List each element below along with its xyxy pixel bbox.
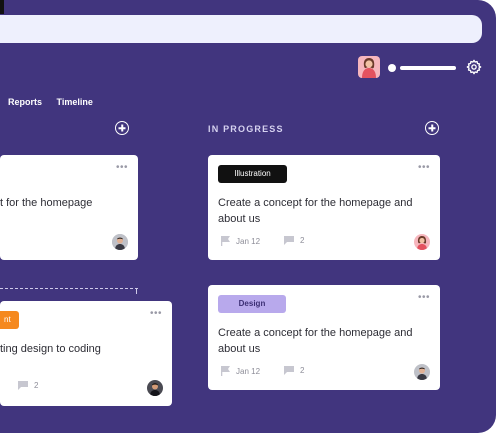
more-icon[interactable]: •••: [150, 309, 162, 319]
comments-count: 2: [284, 366, 304, 375]
more-icon[interactable]: •••: [116, 163, 128, 173]
add-card-button-col1[interactable]: [115, 121, 129, 135]
due-date: Jan 12: [221, 366, 260, 376]
comments-count: 2: [284, 236, 304, 245]
drop-placeholder: [0, 288, 138, 289]
comment-icon: [284, 236, 294, 245]
comments-value: 2: [34, 381, 39, 390]
card-title: ting design to coding: [0, 343, 101, 355]
comments-value: 2: [300, 366, 305, 375]
status-dot: [388, 64, 396, 72]
more-icon[interactable]: •••: [418, 163, 430, 173]
due-date-value: Jan 12: [236, 366, 261, 376]
card-title: Create a concept for the homepage and ab…: [218, 327, 413, 355]
assignee-avatar: [414, 234, 430, 250]
task-card[interactable]: ••• t for the homepage: [0, 155, 138, 260]
kanban-board: Reports Timeline IN PROGRESS ••• t for t…: [0, 0, 496, 433]
comment-icon: [284, 366, 294, 375]
task-card[interactable]: Design ••• Create a concept for the home…: [208, 285, 440, 390]
tab-timeline[interactable]: Timeline: [57, 97, 93, 107]
comment-icon: [18, 381, 28, 390]
drop-placeholder-end: [136, 288, 138, 294]
card-tag: Illustration: [218, 165, 287, 183]
column-title-in-progress: IN PROGRESS: [208, 124, 284, 134]
due-date-value: Jan 12: [236, 236, 261, 246]
task-card[interactable]: nt ••• ting design to coding 2: [0, 301, 172, 406]
board-nav: Reports Timeline: [8, 97, 105, 107]
assignee-avatar: [112, 234, 128, 250]
more-icon[interactable]: •••: [418, 293, 430, 303]
flag-icon: [221, 236, 230, 246]
flag-icon: [221, 366, 230, 376]
task-card[interactable]: Illustration ••• Create a concept for th…: [208, 155, 440, 260]
comments-count: 2: [18, 381, 38, 390]
due-date: Jan 12: [221, 236, 260, 246]
tab-reports[interactable]: Reports: [8, 97, 42, 107]
card-title: Create a concept for the homepage and ab…: [218, 197, 413, 225]
assignee-avatar: [147, 380, 163, 396]
card-tag: Design: [218, 295, 286, 313]
user-avatar[interactable]: [358, 56, 380, 78]
card-title: t for the homepage: [0, 197, 93, 209]
search-bar[interactable]: [0, 15, 482, 43]
add-card-button-in-progress[interactable]: [425, 121, 439, 135]
window-corner-mark: [0, 0, 4, 14]
comments-value: 2: [300, 236, 305, 245]
username-placeholder: [400, 66, 456, 70]
card-tag: nt: [0, 311, 19, 329]
gear-icon[interactable]: [466, 59, 482, 75]
assignee-avatar: [414, 364, 430, 380]
